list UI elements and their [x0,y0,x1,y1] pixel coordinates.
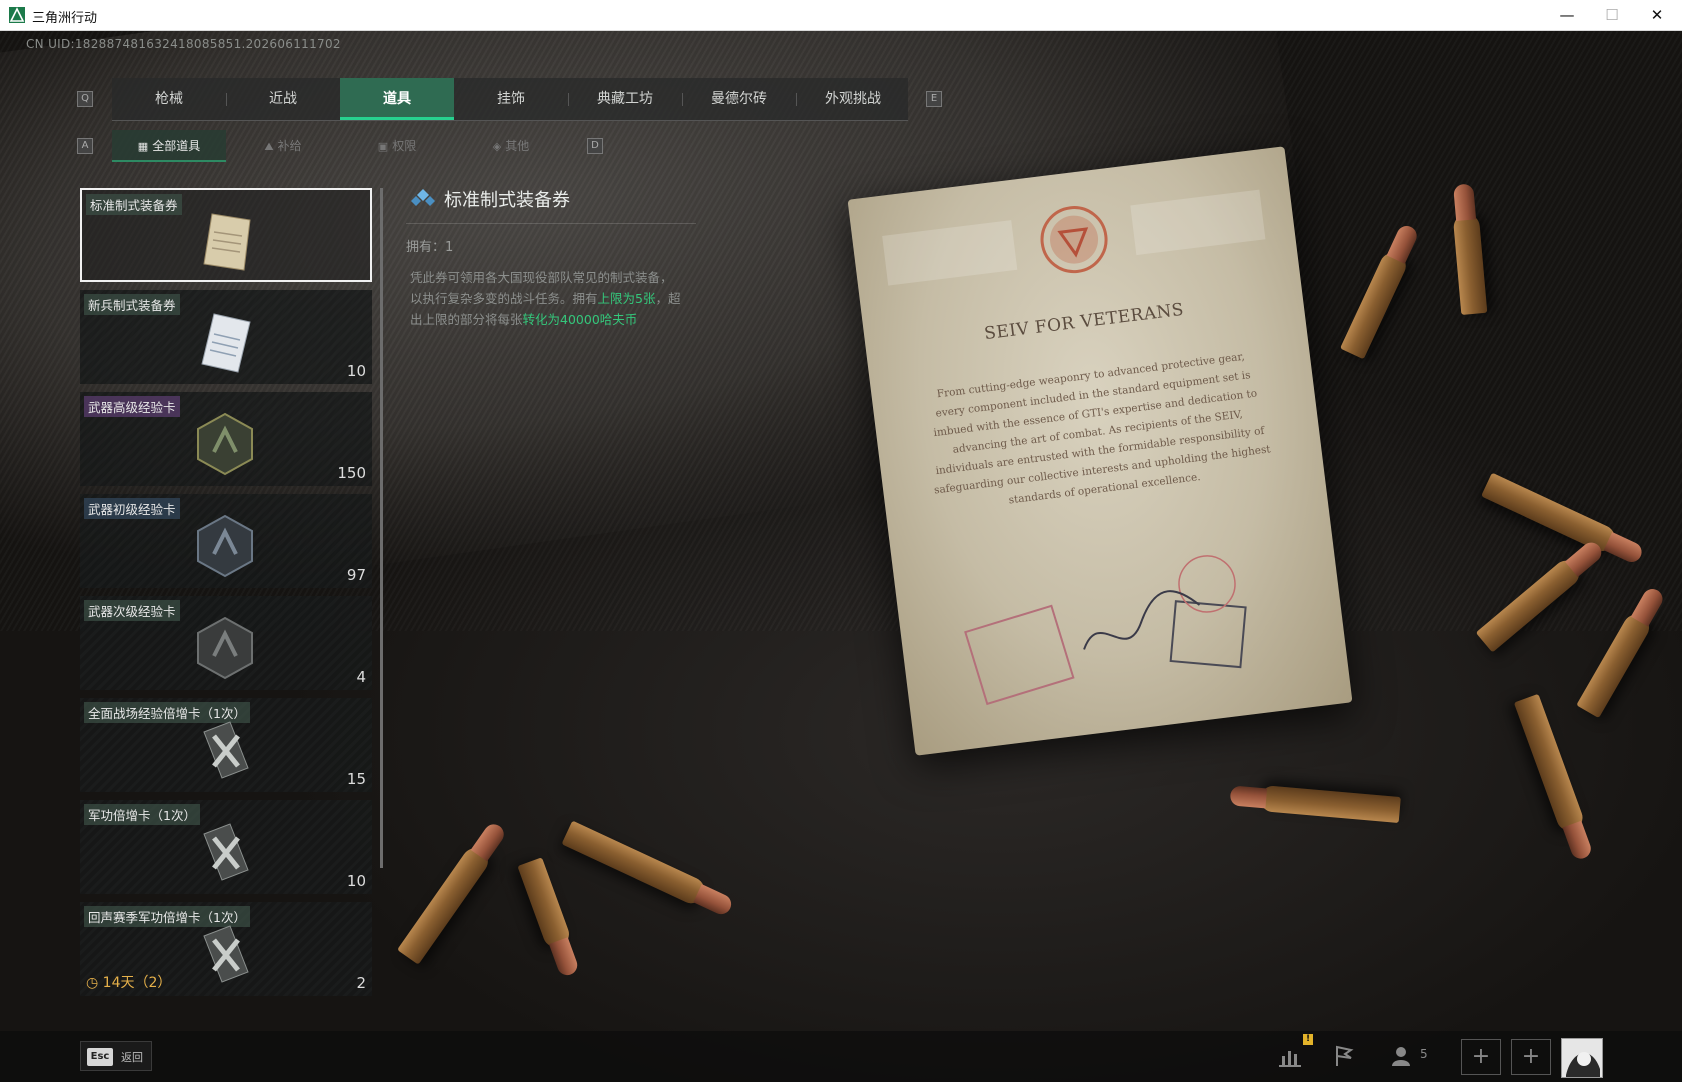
item-name: 军功倍增卡（1次） [84,804,200,825]
multiplier-card-icon [203,721,249,779]
document-preview: SEIV FOR VETERANS From cutting-edge weap… [847,146,1353,756]
bullet-prop [517,857,573,951]
subtab-label: 权限 [392,139,417,153]
item-name: 标准制式装备券 [86,194,182,215]
description-highlight-conversion: 转化为40000哈夫币 [522,312,638,327]
item-count: 4 [356,668,366,686]
category-tabbar: 枪械 近战 道具 挂饰 典藏工坊 曼德尔砖 外观挑战 [112,78,908,121]
back-button[interactable]: Esc 返回 [80,1041,152,1071]
item-count: 97 [346,566,366,584]
friends-count: 5 [1420,1047,1428,1061]
tab-charms[interactable]: 挂饰 [454,78,568,120]
list-item[interactable]: 全面战场经验倍增卡（1次） 15 [80,698,372,792]
item-name: 新兵制式装备券 [84,294,180,315]
tab-prev-key-hint[interactable]: Q [77,91,93,107]
back-label: 返回 [121,1051,143,1064]
clock-icon: ◷ [86,975,99,991]
supply-icon: ⛰ [264,140,274,153]
avatar[interactable] [1561,1038,1603,1078]
document-band-right [1130,189,1266,256]
subtab-label: 全部道具 [152,139,201,153]
item-name: 武器次级经验卡 [84,600,180,621]
subtab-label: 其他 [505,139,530,153]
item-list-scrollbar[interactable] [380,188,383,868]
add-slot-button[interactable]: + [1511,1039,1551,1075]
subtab-all-items[interactable]: ▦ 全部道具 [112,130,226,162]
item-count: 15 [346,770,366,788]
bullet-prop [561,820,709,908]
item-count: 10 [346,362,366,380]
description-highlight-limit: 上限为5张 [597,291,656,306]
item-description: 凭此券可领用各大国现役部队常见的制式装备，以执行复杂多变的战斗任务。拥有上限为5… [410,267,682,330]
user-uid: CN UID:182887481632418085851.20260611170… [26,37,341,51]
bullet-prop [1259,784,1401,824]
bottom-bar: Esc 返回 ! 5 + + [0,1031,1682,1082]
detail-title: 标准制式装备券 [444,190,570,211]
minimize-button[interactable]: — [1544,0,1590,31]
item-count: 2 [356,974,366,992]
item-count: 150 [337,464,366,482]
grid-icon: ▦ [137,140,149,153]
list-item[interactable]: 回声赛季军功倍增卡（1次） ◷ 14天（2） 2 [80,902,372,996]
document-band-left [882,220,1018,286]
bullet-prop [397,843,493,965]
window-title: 三角洲行动 [32,11,98,26]
list-item[interactable]: 武器次级经验卡 4 [80,596,372,690]
lock-icon: ▣ [377,140,389,153]
esc-key-hint: Esc [87,1048,113,1066]
add-slot-button[interactable]: + [1461,1039,1501,1075]
subtab-label: 补给 [277,139,302,153]
tab-items[interactable]: 道具 [340,78,454,120]
owned-count: 拥有：1 [406,240,454,255]
tab-melee[interactable]: 近战 [226,78,340,120]
friends-icon[interactable] [1390,1044,1416,1068]
item-rarity-icon [411,189,435,206]
list-item[interactable]: 新兵制式装备券 10 [80,290,372,384]
subtab-prev-key-hint[interactable]: A [77,138,93,154]
avatar-image-icon [1562,1039,1602,1077]
multiplier-card-icon [203,925,249,983]
expiry-timer-text: 14天（2） [102,975,172,991]
document-icon [201,313,251,373]
list-item[interactable]: 军功倍增卡（1次） 10 [80,800,372,894]
app-logo-icon [9,7,25,23]
stamps-and-signature [964,555,1247,706]
expiry-timer: ◷ 14天（2） [86,972,171,992]
hexagon-card-icon [197,412,253,476]
hexagon-card-icon [197,514,253,578]
tab-mandel-brick[interactable]: 曼德尔砖 [682,78,796,120]
document-icon [203,213,251,271]
alert-badge: ! [1303,1034,1313,1045]
tab-firearms[interactable]: 枪械 [112,78,226,120]
tab-next-key-hint[interactable]: E [926,91,942,107]
list-item[interactable]: 武器初级经验卡 97 [80,494,372,588]
diamond-icon: ◈ [492,140,502,153]
list-item[interactable]: 标准制式装备券 [80,188,372,282]
maximize-button[interactable]: ☐ [1589,0,1635,31]
flag-icon[interactable] [1331,1044,1357,1068]
tab-appearance-challenge[interactable]: 外观挑战 [796,78,910,120]
multiplier-card-icon [203,823,249,881]
list-item[interactable]: 武器高级经验卡 150 [80,392,372,486]
bullet-prop [1513,693,1587,835]
subtab-permission[interactable]: ▣ 权限 [340,130,454,162]
item-name: 武器初级经验卡 [84,498,180,519]
item-name: 武器高级经验卡 [84,396,180,417]
tab-collection-workshop[interactable]: 典藏工坊 [568,78,682,120]
subtab-next-key-hint[interactable]: D [587,138,603,154]
window-titlebar: 三角洲行动 — ☐ ✕ [0,0,1682,31]
document-paper: SEIV FOR VETERANS From cutting-edge weap… [847,146,1353,756]
subtab-other[interactable]: ◈ 其他 [454,130,568,162]
hexagon-card-icon [197,616,253,680]
emblem-icon [1040,206,1108,274]
item-count: 10 [346,872,366,890]
subtab-supply[interactable]: ⛰ 补给 [226,130,340,162]
stats-icon[interactable] [1277,1044,1303,1068]
game-viewport: SEIV FOR VETERANS From cutting-edge weap… [0,31,1682,1082]
document-body: From cutting-edge weaponry to advanced p… [932,350,1272,507]
detail-divider [406,223,696,224]
close-button[interactable]: ✕ [1634,0,1680,31]
